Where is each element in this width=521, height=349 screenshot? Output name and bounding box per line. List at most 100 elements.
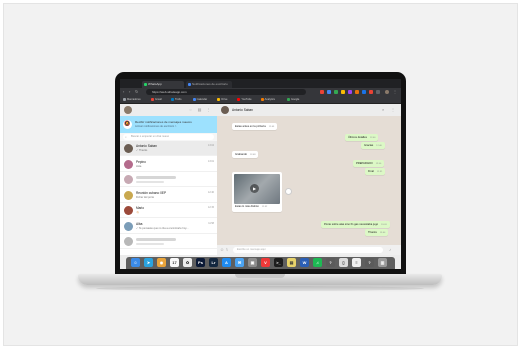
message-text: Gracias — [364, 144, 374, 147]
chat-time: 13:01 — [208, 159, 214, 163]
sidebar-header: ◌ ▤ ⋮ — [120, 104, 217, 116]
address-bar[interactable]: https://web.whatsapp.com — [146, 89, 306, 95]
word-icon[interactable]: W — [300, 258, 309, 267]
reload-icon[interactable]: ↻ — [135, 90, 138, 94]
whatsapp-icon — [144, 83, 147, 86]
profile-avatar[interactable] — [385, 90, 389, 94]
trash-icon[interactable]: ▥ — [378, 258, 387, 267]
chat-preview: Fichar del porte — [136, 195, 155, 199]
chrome-icon[interactable]: ◉ — [157, 258, 166, 267]
calendar-icon[interactable]: 17 — [170, 258, 179, 267]
media-message[interactable]: ▶ Estas lo más distinto 12:52 — [232, 172, 282, 212]
bookmark-item[interactable]: Trello — [171, 97, 181, 102]
photos-icon[interactable]: ✿ — [183, 258, 192, 267]
bookmark-icon — [171, 98, 174, 101]
bookmark-item[interactable]: Calendar — [192, 97, 207, 102]
chat-name: Pepino — [136, 159, 146, 164]
list-item[interactable] — [120, 234, 217, 249]
list-item[interactable]: Pepino Hola 13:01 — [120, 157, 217, 172]
bookmark-label: YouTube — [241, 98, 252, 101]
status-icon[interactable]: ◌ — [188, 107, 193, 112]
spotify-icon[interactable]: ♫ — [313, 258, 322, 267]
list-item[interactable]: Mario 👋🏻 12:15 — [120, 203, 217, 218]
forward-icon[interactable] — [285, 188, 292, 195]
message-time: 12:52 — [261, 206, 268, 208]
extension-icon[interactable] — [327, 90, 331, 94]
search-input[interactable]: Buscar o empezar un chat nuevo — [123, 134, 214, 140]
preview-icon[interactable]: ▣ — [248, 258, 257, 267]
list-item[interactable]: Reunión cubano 0EP Fichar del porte 12:40 — [120, 188, 217, 203]
menu-icon[interactable]: ⋮ — [393, 90, 397, 94]
redacted-name — [136, 176, 176, 179]
forward-icon[interactable]: › — [129, 90, 130, 94]
extension-icon[interactable] — [334, 90, 338, 94]
extension-icon[interactable] — [348, 90, 352, 94]
message-time: 13:04 — [379, 232, 386, 234]
avatar[interactable] — [124, 106, 132, 114]
telegram-icon[interactable]: ➤ — [144, 258, 153, 267]
avatar[interactable] — [221, 106, 229, 114]
menu-icon[interactable]: ⋮ — [206, 107, 211, 112]
bookmark-label: Analytics — [264, 98, 275, 101]
redacted-message — [136, 181, 164, 183]
chat-time: 12:15 — [208, 206, 214, 209]
photoshop-icon[interactable]: Ps — [196, 258, 205, 267]
message-bubble: Estas antes en la pizzería 12:45 — [232, 123, 278, 130]
extension-icon[interactable] — [376, 90, 380, 94]
window-controls — [123, 82, 139, 95]
bookmark-label: Gmail — [155, 98, 162, 101]
extension-icon[interactable] — [320, 90, 324, 94]
bookmark-item[interactable]: Gmail — [151, 97, 162, 102]
message-text: PREPARADO — [356, 162, 373, 165]
back-icon[interactable]: ‹ — [123, 90, 124, 94]
tab-whatsapp[interactable]: WhatsApp — [142, 81, 184, 88]
bookmark-item[interactable]: Drive — [217, 97, 227, 102]
terminal-icon[interactable]: >_ — [274, 258, 283, 267]
extension-icon[interactable] — [341, 90, 345, 94]
message-input[interactable]: Escribe un mensaje aquí — [233, 247, 383, 253]
page-icon — [188, 83, 191, 86]
extension-icon[interactable] — [362, 90, 366, 94]
message-text: Thanks — [368, 231, 377, 234]
macos-dock: ☺ ➤ ◉ 17 ✿ Ps Lr A ✉ ▣ V >_ ▤ W ♫? ▯ ≡? ▥ — [126, 257, 395, 269]
conversation-header[interactable]: Antonio Saban ⌕ ⋮ — [217, 104, 401, 116]
vivaldi-icon[interactable]: V — [261, 258, 270, 267]
laptop-screen: WhatsApp Notificaciones de escritorio ‹ … — [120, 79, 401, 269]
app-store-icon[interactable]: A — [222, 258, 231, 267]
extension-icon[interactable] — [355, 90, 359, 94]
search-icon[interactable]: ⌕ — [382, 107, 384, 112]
message-bubble: Últimos detalles 12:46 — [345, 134, 379, 141]
help-icon[interactable]: ? — [326, 258, 335, 267]
notes-icon[interactable]: ▤ — [287, 258, 296, 267]
bookmark-icon — [260, 98, 264, 101]
bookmarks-bar: Marcadores Gmail Trello Calendar Drive YouTub… — [120, 96, 401, 104]
chat-preview: ✓ Thanks — [136, 149, 148, 152]
bookmark-item[interactable]: Marcadores — [123, 97, 141, 102]
menu-icon[interactable]: ⋮ — [391, 107, 395, 112]
message-bubble: Gracias 12:46 — [361, 142, 385, 149]
attach-icon[interactable]: ⌇ — [226, 247, 228, 253]
list-item[interactable] — [120, 172, 217, 187]
lightroom-icon[interactable]: Lr — [209, 258, 218, 267]
enable-notifications-link[interactable]: Activar notificaciones de escritorio > — [135, 125, 176, 128]
new-chat-icon[interactable]: ▤ — [197, 107, 202, 112]
pages-icon[interactable]: ≡ — [352, 258, 361, 267]
extension-icon[interactable] — [369, 90, 373, 94]
bell-off-icon: 🔕 — [123, 120, 132, 129]
document-icon[interactable]: ▯ — [339, 258, 348, 267]
emoji-icon[interactable]: ☺ — [220, 247, 224, 253]
play-icon[interactable]: ▶ — [250, 184, 259, 193]
chat-preview: 👋🏻 — [136, 211, 140, 214]
help-2-icon[interactable]: ? — [365, 258, 374, 267]
bookmark-item[interactable]: YouTube — [237, 97, 252, 102]
tab-notificaciones[interactable]: Notificaciones de escritorio — [186, 81, 232, 88]
finder-icon[interactable]: ☺ — [131, 258, 140, 267]
bookmark-icon — [123, 98, 126, 101]
bookmark-item[interactable]: Analytics — [260, 97, 275, 102]
microphone-icon[interactable]: ♪ — [389, 247, 391, 253]
mail-icon[interactable]: ✉ — [235, 258, 244, 267]
list-item[interactable]: Alba ✓ Te pensaste que no iba a encontrar… — [120, 219, 217, 234]
bookmark-item[interactable]: Google — [287, 97, 299, 102]
notification-banner[interactable]: 🔕 Recibir notificaciones de mensajes nue… — [120, 116, 217, 133]
list-item[interactable]: Antonio Saban ✓ Thanks 13:04 — [120, 141, 217, 156]
